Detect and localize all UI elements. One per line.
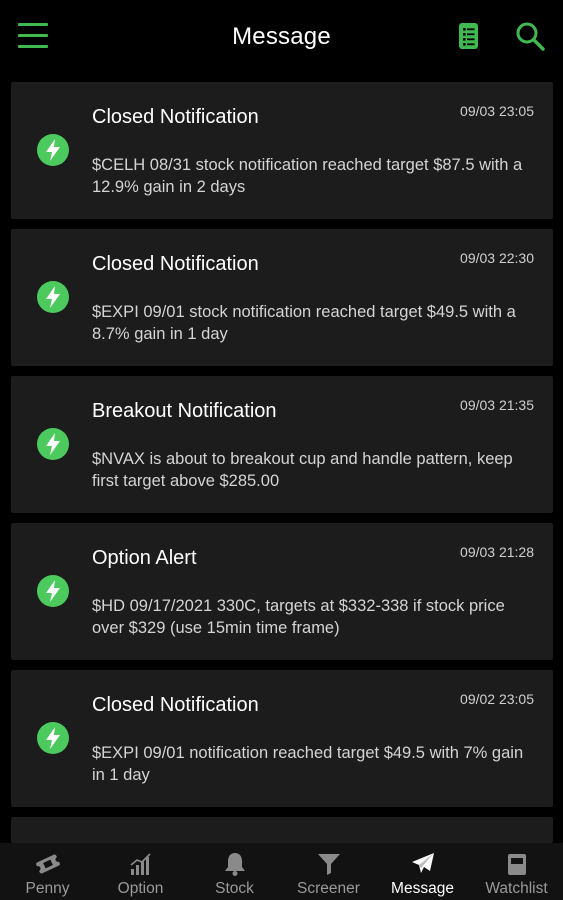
nav-item-penny[interactable]: Penny <box>1 843 94 900</box>
nav-item-watchlist[interactable]: Watchlist <box>470 843 563 900</box>
paper-plane-icon <box>410 851 436 877</box>
nav-label: Penny <box>25 880 70 897</box>
message-body: $CELH 08/31 stock notification reached t… <box>92 156 523 196</box>
message-timestamp: 09/02 23:05 <box>460 691 534 707</box>
top-app-bar: Message <box>0 0 563 74</box>
lightning-bolt-icon <box>37 575 69 607</box>
nav-label: Option <box>117 880 164 897</box>
bell-icon <box>222 851 248 877</box>
message-card-partial[interactable] <box>11 817 553 843</box>
nav-label: Watchlist <box>485 880 548 897</box>
lightning-bolt-icon <box>37 428 69 460</box>
ticket-icon <box>35 851 61 877</box>
message-title: Breakout Notification <box>92 400 277 422</box>
message-title: Closed Notification <box>92 106 259 128</box>
message-title: Closed Notification <box>92 253 259 275</box>
bar-chart-icon <box>128 851 154 877</box>
notebook-icon <box>504 851 530 877</box>
nav-label: Message <box>391 880 454 897</box>
message-card[interactable]: Breakout Notification 09/03 21:35 $NVAX … <box>11 376 553 513</box>
message-body: $EXPI 09/01 stock notification reached t… <box>92 303 516 343</box>
search-icon[interactable] <box>514 20 546 52</box>
message-card[interactable]: Closed Notification 09/03 22:30 $EXPI 09… <box>11 229 553 366</box>
message-timestamp: 09/03 23:05 <box>460 103 534 119</box>
nav-item-option[interactable]: Option <box>94 843 187 900</box>
message-card[interactable]: Option Alert 09/03 21:28 $HD 09/17/2021 … <box>11 523 553 660</box>
message-body: $HD 09/17/2021 330C, targets at $332-338… <box>92 597 505 637</box>
nav-item-message[interactable]: Message <box>376 843 469 900</box>
message-timestamp: 09/03 21:28 <box>460 544 534 560</box>
message-timestamp: 09/03 22:30 <box>460 250 534 266</box>
filter-icon <box>316 851 342 877</box>
message-card[interactable]: Closed Notification 09/02 23:05 $EXPI 09… <box>11 670 553 807</box>
nav-label: Stock <box>215 880 254 897</box>
lightning-bolt-icon <box>37 134 69 166</box>
app-screen: Message Closed Notification 09/03 23:05 … <box>0 0 563 900</box>
message-timestamp: 09/03 21:35 <box>460 397 534 413</box>
message-body: $NVAX is about to breakout cup and handl… <box>92 450 513 490</box>
nav-item-screener[interactable]: Screener <box>282 843 375 900</box>
bottom-navigation: Penny Option Stock Screener Message Watc… <box>0 843 563 900</box>
lightning-bolt-icon <box>37 281 69 313</box>
lightning-bolt-icon <box>37 722 69 754</box>
message-title: Option Alert <box>92 547 197 569</box>
message-body: $EXPI 09/01 notification reached target … <box>92 744 524 784</box>
document-list-icon[interactable] <box>452 20 484 52</box>
message-title: Closed Notification <box>92 694 259 716</box>
nav-item-stock[interactable]: Stock <box>188 843 281 900</box>
nav-label: Screener <box>297 880 360 897</box>
message-card[interactable]: Closed Notification 09/03 23:05 $CELH 08… <box>11 82 553 219</box>
